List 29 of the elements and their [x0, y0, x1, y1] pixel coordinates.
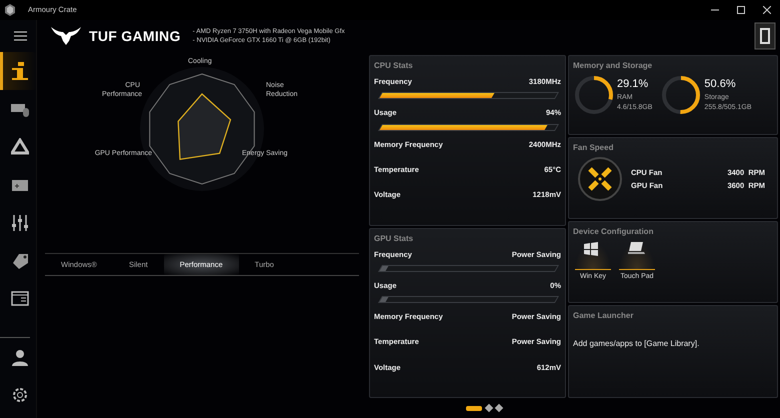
laptop-icon: [628, 242, 646, 256]
gauge-percent: 50.6%: [704, 77, 737, 92]
menu-icon: [14, 31, 26, 41]
panel-title: Game Launcher: [573, 310, 634, 322]
maximize-icon: [737, 6, 745, 14]
close-icon: [763, 6, 771, 14]
sidebar-item[interactable]: [0, 52, 37, 90]
page-indicator[interactable]: [466, 406, 482, 410]
tag-icon: [11, 252, 29, 270]
gauge-percent: 29.1%: [617, 77, 650, 92]
settings-icon: [11, 386, 29, 404]
fan-icon: [577, 156, 623, 202]
panel-title: Fan Speed: [573, 142, 614, 154]
device-icon: [754, 22, 776, 50]
window-icon: [11, 290, 29, 308]
brand-name: TUF GAMING: [89, 26, 181, 46]
launcher-text: Add games/apps to [Game Library].: [573, 338, 700, 350]
panel-title: GPU Stats: [374, 232, 414, 244]
page-indicator[interactable]: [484, 404, 493, 412]
panel-title: Device Configuration: [573, 226, 654, 238]
app-logo-icon: [4, 4, 16, 16]
tuf-logo-icon: [51, 27, 81, 45]
info-icon: [11, 62, 29, 80]
sliders-icon: [11, 214, 29, 232]
panel-title: CPU Stats: [374, 60, 414, 72]
triangle-icon: [11, 138, 29, 156]
user-icon: [11, 348, 29, 366]
panel-title: Memory and Storage: [573, 60, 654, 72]
page-indicator[interactable]: [494, 404, 503, 412]
